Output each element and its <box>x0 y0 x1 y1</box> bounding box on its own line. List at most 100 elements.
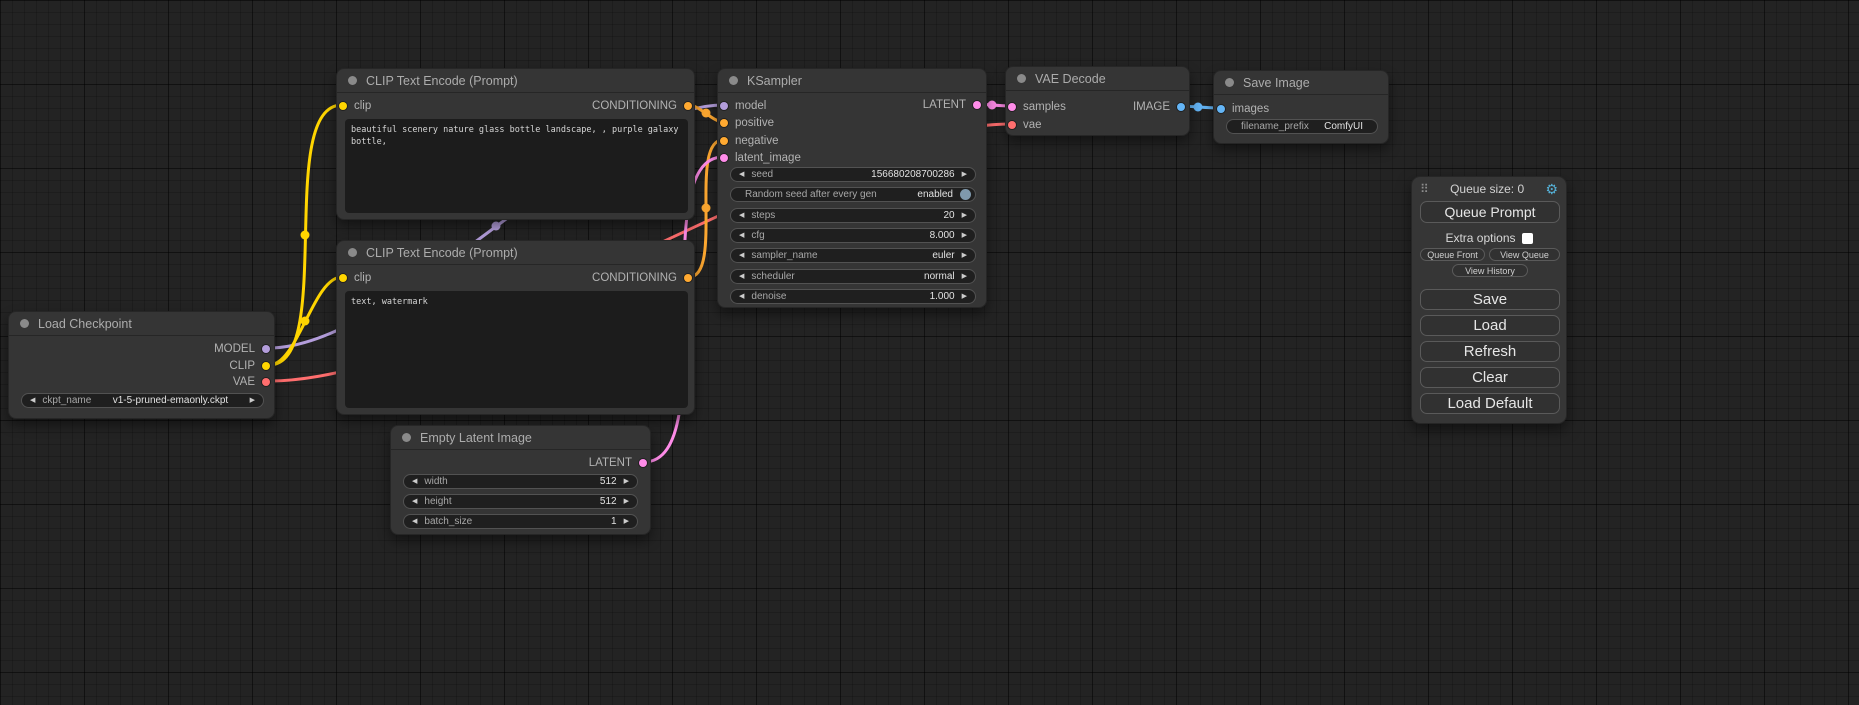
node-title-bar[interactable]: Load Checkpoint <box>9 312 274 336</box>
input-slot-model[interactable]: model <box>720 98 766 114</box>
decrement-arrow-icon[interactable]: ◀ <box>412 498 417 505</box>
toggle-dot[interactable] <box>960 189 971 200</box>
collapse-dot[interactable] <box>1225 78 1234 87</box>
node-ksampler[interactable]: KSampler model positive negative latent_… <box>717 68 987 308</box>
input-slot-samples[interactable]: samples <box>1008 99 1066 115</box>
slot-dot-negative[interactable] <box>720 137 728 145</box>
decrement-arrow-icon[interactable]: ◀ <box>412 518 417 525</box>
input-slot-negative[interactable]: negative <box>720 133 778 149</box>
slot-dot-conditioning[interactable] <box>684 102 692 110</box>
widget-ckpt-name[interactable]: ◀ ckpt_name v1-5-pruned-emaonly.ckpt ▶ <box>21 393 264 408</box>
decrement-arrow-icon[interactable]: ◀ <box>412 478 417 485</box>
slot-dot-vae[interactable] <box>1008 121 1016 129</box>
load-default-button[interactable]: Load Default <box>1420 393 1560 414</box>
increment-arrow-icon[interactable]: ▶ <box>250 397 255 404</box>
node-title-bar[interactable]: VAE Decode <box>1006 67 1189 91</box>
increment-arrow-icon[interactable]: ▶ <box>962 252 967 259</box>
node-title-bar[interactable]: KSampler <box>718 69 986 93</box>
decrement-arrow-icon[interactable]: ◀ <box>739 232 744 239</box>
slot-dot-latent[interactable] <box>973 101 981 109</box>
widget-cfg[interactable]: ◀ cfg 8.000 ▶ <box>730 228 976 243</box>
slot-dot-image[interactable] <box>1177 103 1185 111</box>
node-title-bar[interactable]: Empty Latent Image <box>391 426 650 450</box>
node-clip-text-encode-positive[interactable]: CLIP Text Encode (Prompt) clip CONDITION… <box>336 68 695 220</box>
node-title-bar[interactable]: CLIP Text Encode (Prompt) <box>337 69 694 93</box>
input-slot-positive[interactable]: positive <box>720 115 774 131</box>
input-slot-vae[interactable]: vae <box>1008 117 1042 133</box>
decrement-arrow-icon[interactable]: ◀ <box>739 293 744 300</box>
slot-dot-samples[interactable] <box>1008 103 1016 111</box>
increment-arrow-icon[interactable]: ▶ <box>962 293 967 300</box>
widget-denoise[interactable]: ◀ denoise 1.000 ▶ <box>730 289 976 304</box>
increment-arrow-icon[interactable]: ▶ <box>962 232 967 239</box>
slot-dot-images[interactable] <box>1217 105 1225 113</box>
slot-dot-clip[interactable] <box>262 362 270 370</box>
input-slot-clip[interactable]: clip <box>339 98 371 114</box>
gear-icon[interactable]: ⚙ <box>1545 182 1558 196</box>
decrement-arrow-icon[interactable]: ◀ <box>739 212 744 219</box>
collapse-dot[interactable] <box>1017 74 1026 83</box>
widget-random-seed-toggle[interactable]: Random seed after every gen enabled <box>730 187 976 202</box>
prompt-textarea[interactable]: beautiful scenery nature glass bottle la… <box>345 119 688 213</box>
decrement-arrow-icon[interactable]: ◀ <box>739 252 744 259</box>
output-slot-model[interactable]: MODEL <box>214 341 270 357</box>
graph-canvas[interactable]: { "colors": { "model": "#B39DDB", "clip"… <box>0 0 1859 705</box>
widget-scheduler[interactable]: ◀ scheduler normal ▶ <box>730 269 976 284</box>
refresh-button[interactable]: Refresh <box>1420 341 1560 362</box>
node-title-bar[interactable]: Save Image <box>1214 71 1388 95</box>
prompt-textarea[interactable]: text, watermark <box>345 291 688 408</box>
output-slot-image[interactable]: IMAGE <box>1133 99 1185 115</box>
increment-arrow-icon[interactable]: ▶ <box>624 498 629 505</box>
clear-button[interactable]: Clear <box>1420 367 1560 388</box>
save-button[interactable]: Save <box>1420 289 1560 310</box>
collapse-dot[interactable] <box>729 76 738 85</box>
input-slot-clip[interactable]: clip <box>339 270 371 286</box>
slot-dot-latent-image[interactable] <box>720 154 728 162</box>
node-empty-latent-image[interactable]: Empty Latent Image LATENT ◀ width 512 ▶ … <box>390 425 651 535</box>
queue-panel[interactable]: ⠿ Queue size: 0 ⚙ Queue Prompt Extra opt… <box>1411 176 1567 424</box>
slot-dot-conditioning[interactable] <box>684 274 692 282</box>
output-slot-latent[interactable]: LATENT <box>589 455 647 471</box>
queue-prompt-button[interactable]: Queue Prompt <box>1420 201 1560 223</box>
node-save-image[interactable]: Save Image images filename_prefix ComfyU… <box>1213 70 1389 144</box>
node-clip-text-encode-negative[interactable]: CLIP Text Encode (Prompt) clip CONDITION… <box>336 240 695 415</box>
node-vae-decode[interactable]: VAE Decode samples vae IMAGE <box>1005 66 1190 136</box>
widget-height[interactable]: ◀ height 512 ▶ <box>403 494 638 509</box>
input-slot-latent-image[interactable]: latent_image <box>720 150 801 166</box>
load-button[interactable]: Load <box>1420 315 1560 336</box>
widget-filename-prefix[interactable]: filename_prefix ComfyUI <box>1226 119 1378 134</box>
slot-dot-clip[interactable] <box>339 102 347 110</box>
widget-seed[interactable]: ◀ seed 156680208700286 ▶ <box>730 167 976 182</box>
slot-dot-model[interactable] <box>720 102 728 110</box>
slot-dot-positive[interactable] <box>720 119 728 127</box>
output-slot-vae[interactable]: VAE <box>233 374 270 390</box>
widget-batch-size[interactable]: ◀ batch_size 1 ▶ <box>403 514 638 529</box>
drag-handle-icon[interactable]: ⠿ <box>1420 182 1429 196</box>
collapse-dot[interactable] <box>348 76 357 85</box>
increment-arrow-icon[interactable]: ▶ <box>962 273 967 280</box>
extra-options-checkbox[interactable] <box>1522 233 1533 244</box>
view-history-button[interactable]: View History <box>1452 264 1528 277</box>
increment-arrow-icon[interactable]: ▶ <box>624 478 629 485</box>
output-slot-latent[interactable]: LATENT <box>923 97 981 113</box>
queue-front-button[interactable]: Queue Front <box>1420 248 1485 261</box>
widget-sampler-name[interactable]: ◀ sampler_name euler ▶ <box>730 248 976 263</box>
collapse-dot[interactable] <box>20 319 29 328</box>
collapse-dot[interactable] <box>402 433 411 442</box>
slot-dot-clip[interactable] <box>339 274 347 282</box>
input-slot-images[interactable]: images <box>1217 101 1269 117</box>
output-slot-clip[interactable]: CLIP <box>229 358 270 374</box>
slot-dot-vae[interactable] <box>262 378 270 386</box>
node-title-bar[interactable]: CLIP Text Encode (Prompt) <box>337 241 694 265</box>
increment-arrow-icon[interactable]: ▶ <box>962 212 967 219</box>
slot-dot-model[interactable] <box>262 345 270 353</box>
widget-width[interactable]: ◀ width 512 ▶ <box>403 474 638 489</box>
view-queue-button[interactable]: View Queue <box>1489 248 1560 261</box>
collapse-dot[interactable] <box>348 248 357 257</box>
increment-arrow-icon[interactable]: ▶ <box>624 518 629 525</box>
increment-arrow-icon[interactable]: ▶ <box>962 171 967 178</box>
decrement-arrow-icon[interactable]: ◀ <box>739 273 744 280</box>
slot-dot-latent[interactable] <box>639 459 647 467</box>
widget-steps[interactable]: ◀ steps 20 ▶ <box>730 208 976 223</box>
node-load-checkpoint[interactable]: Load Checkpoint MODEL CLIP VAE ◀ ckpt_na… <box>8 311 275 419</box>
